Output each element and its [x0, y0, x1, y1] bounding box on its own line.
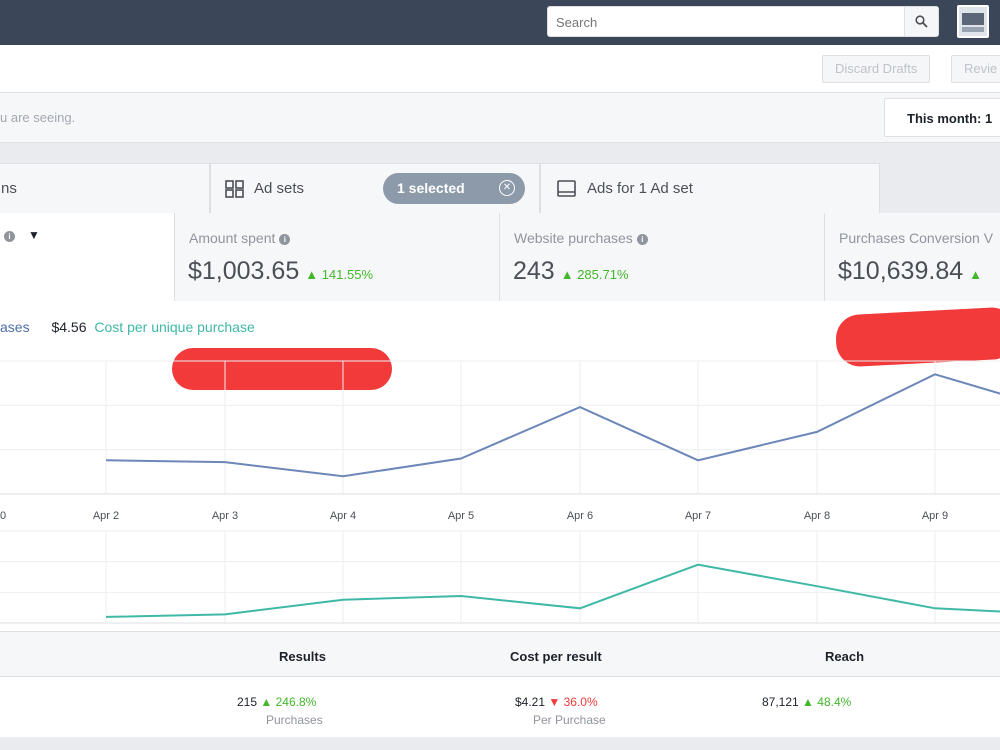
- chart-svg: 0 Apr 2 Apr 3 Apr 4 Apr 5 Apr 6 Apr 7 Apr 8 Apr …: [0, 360, 1000, 624]
- avatar-image: [962, 13, 984, 25]
- info-icon: i: [4, 231, 15, 242]
- results-change: ▲ 246.8%: [260, 695, 317, 709]
- x-tick-label: Apr 2: [93, 510, 119, 522]
- metric-website-purchases[interactable]: Website purchases i 243 ▲ 285.71%: [499, 213, 824, 301]
- search-input[interactable]: [556, 13, 896, 31]
- column-header-results[interactable]: Results: [279, 649, 326, 664]
- clear-selection-icon[interactable]: ✕: [499, 180, 515, 196]
- avatar[interactable]: [957, 5, 989, 38]
- results-sub-label: Purchases: [266, 713, 323, 727]
- metric-title: Amount spent i: [189, 230, 291, 246]
- table-row: 215 ▲ 246.8% Purchases $4.21 ▼ 36.0% Per…: [0, 677, 1000, 737]
- x-tick-label: Apr 8: [804, 510, 830, 522]
- tab-campaigns[interactable]: ns: [0, 163, 210, 213]
- avatar-image-base: [962, 27, 984, 32]
- filter-bar: u are seeing.: [0, 93, 1000, 143]
- tab-ads[interactable]: Ads for 1 Ad set: [540, 163, 880, 213]
- table-header: Results Cost per result Reach: [0, 631, 1000, 677]
- reach-change: ▲ 48.4%: [802, 695, 852, 709]
- search-button[interactable]: [904, 7, 938, 36]
- metrics-summary: i ▼ Amount spent i $1,003.65 ▲ 141.55% Web…: [0, 213, 1000, 301]
- page-bottom: [0, 737, 1000, 750]
- metric-title: Website purchases i: [514, 230, 648, 246]
- x-tick-label: Apr 3: [212, 510, 238, 522]
- date-range-button[interactable]: This month: 1: [884, 98, 1000, 137]
- column-header-reach[interactable]: Reach: [825, 649, 864, 664]
- filter-hint-text: u are seeing.: [0, 110, 76, 125]
- x-tick-label: Apr 7: [685, 510, 711, 522]
- selected-filter-pill[interactable]: 1 selected ✕: [383, 173, 525, 204]
- metric-amount-spent[interactable]: Amount spent i $1,003.65 ▲ 141.55%: [174, 213, 499, 301]
- ad-icon: [557, 180, 576, 197]
- series-2-line: [105, 563, 1000, 618]
- metric-change: ▲ 285.71%: [560, 267, 629, 282]
- search-icon: [915, 15, 928, 28]
- info-icon: i: [636, 234, 648, 245]
- x-tick-label: Apr 6: [567, 510, 593, 522]
- results-value: 215 ▲ 246.8%: [237, 695, 317, 709]
- reach-value: 87,121 ▲ 48.4%: [762, 695, 852, 709]
- x-tick-label: Apr 9: [922, 510, 948, 522]
- search-box: [547, 6, 939, 37]
- x-tick-label: Apr 4: [330, 510, 356, 522]
- tab-ad-sets-label: Ad sets: [254, 180, 305, 197]
- x-tick-label: 0: [0, 510, 6, 522]
- chart-panel: ases $4.56 Cost per unique purchase 0 Apr…: [0, 301, 1000, 631]
- metric-change: ▲ 141.55%: [305, 267, 374, 282]
- top-navigation-bar: [0, 0, 1000, 45]
- column-header-cost-per-result[interactable]: Cost per result: [510, 649, 602, 664]
- selected-count-label: 1 selected: [397, 180, 465, 196]
- series-1-line: [105, 373, 1000, 478]
- metric-selector[interactable]: i ▼: [0, 213, 174, 301]
- metric-value: $1,003.65 ▲ 141.55%: [188, 257, 374, 285]
- metric-change: ▲: [969, 267, 982, 282]
- discard-drafts-button[interactable]: Discard Drafts: [822, 55, 931, 83]
- actions-toolbar: Discard Drafts Revie: [0, 45, 1000, 93]
- metric-title: Purchases Conversion V: [839, 230, 994, 246]
- cost-sub-label: Per Purchase: [533, 713, 606, 727]
- cost-change: ▼ 36.0%: [548, 695, 598, 709]
- dropdown-arrow-icon[interactable]: ▼: [28, 228, 40, 242]
- metric-value: 243 ▲ 285.71%: [513, 257, 629, 285]
- cost-per-result-value: $4.21 ▼ 36.0%: [515, 695, 598, 709]
- ad-sets-icon: [225, 180, 244, 198]
- info-icon: i: [279, 234, 291, 245]
- tab-ads-label: Ads for 1 Ad set: [587, 180, 693, 197]
- x-tick-label: Apr 5: [448, 510, 474, 522]
- metric-value: $10,639.84 ▲: [838, 257, 982, 285]
- review-changes-button[interactable]: Revie: [951, 55, 1000, 83]
- metric-purchases-conversion-value[interactable]: Purchases Conversion V $10,639.84 ▲: [824, 213, 1000, 301]
- tab-campaigns-label: ns: [1, 180, 17, 197]
